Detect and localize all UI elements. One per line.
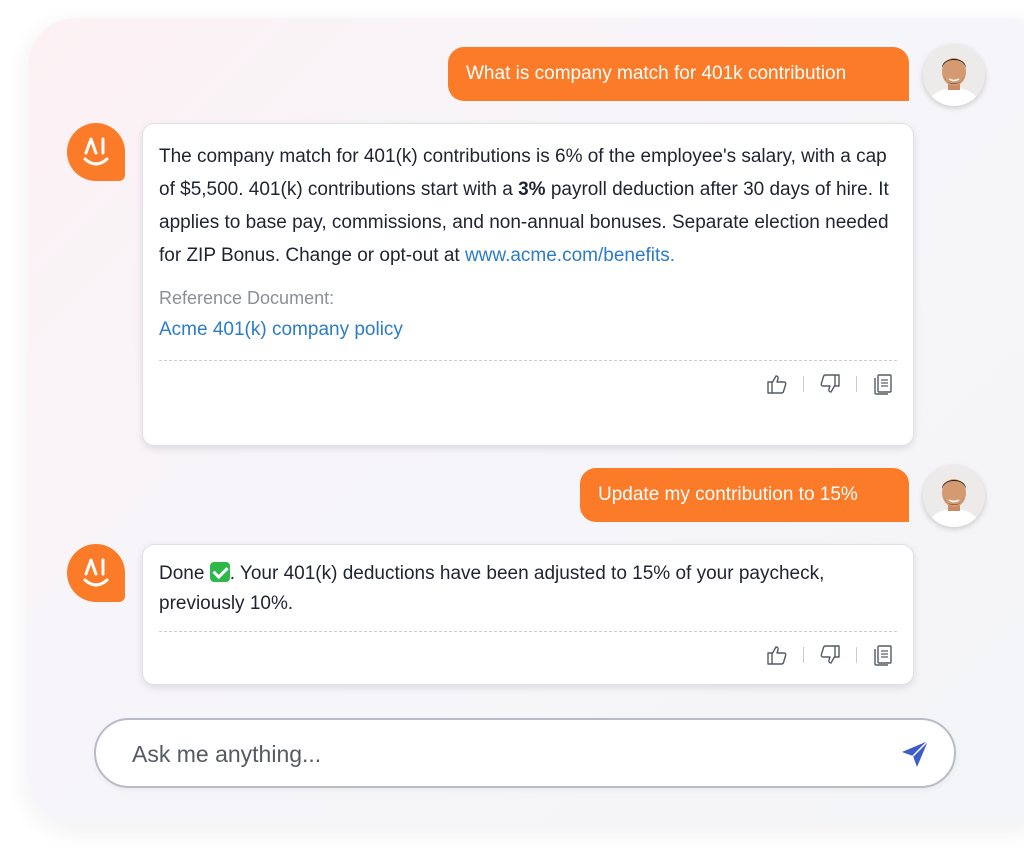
thumbs-up-icon[interactable] (763, 641, 791, 669)
user-avatar (923, 44, 985, 106)
assistant-text-part: Done (159, 563, 210, 584)
assistant-text-part: . Your 401(k) deductions have been adjus… (159, 563, 825, 614)
assistant-message-card: The company match for 401(k) contributio… (142, 123, 914, 446)
reference-label: Reference Document: (159, 288, 335, 308)
user-message-text: Update my contribution to 15% (598, 484, 858, 505)
feedback-bar (159, 632, 897, 678)
chat-input[interactable] (130, 720, 874, 788)
chat-input-container (94, 718, 956, 788)
user-avatar-image (923, 44, 985, 106)
user-avatar (923, 465, 985, 527)
feedback-separator (803, 376, 804, 392)
thumbs-up-icon[interactable] (763, 370, 791, 398)
feedback-separator (803, 647, 804, 663)
feedback-separator (856, 376, 857, 392)
ai-smile-logo-icon (83, 137, 109, 166)
user-avatar-image (923, 465, 985, 527)
feedback-separator (856, 647, 857, 663)
assistant-message-text: The company match for 401(k) contributio… (159, 140, 897, 272)
ai-assistant-logo (67, 544, 125, 602)
thumbs-down-icon[interactable] (816, 370, 844, 398)
assistant-message-card: Done . Your 401(k) deductions have been … (142, 544, 914, 685)
feedback-bar (159, 361, 897, 407)
check-mark-emoji (209, 562, 230, 582)
assistant-text-bold: 3% (518, 179, 546, 200)
send-icon[interactable] (898, 737, 932, 771)
user-message-bubble: What is company match for 401k contribut… (448, 47, 909, 101)
reference-document-link[interactable]: Acme 401(k) company policy (159, 314, 897, 346)
user-message-bubble: Update my contribution to 15% (580, 468, 909, 522)
copy-icon[interactable] (869, 370, 897, 398)
assistant-message-text: Done . Your 401(k) deductions have been … (159, 559, 897, 619)
ai-assistant-logo (67, 123, 125, 181)
benefits-link[interactable]: www.acme.com/benefits. (465, 245, 675, 266)
ai-smile-logo-icon (83, 558, 109, 587)
thumbs-down-icon[interactable] (816, 641, 844, 669)
user-message-text: What is company match for 401k contribut… (466, 63, 847, 84)
copy-icon[interactable] (869, 641, 897, 669)
